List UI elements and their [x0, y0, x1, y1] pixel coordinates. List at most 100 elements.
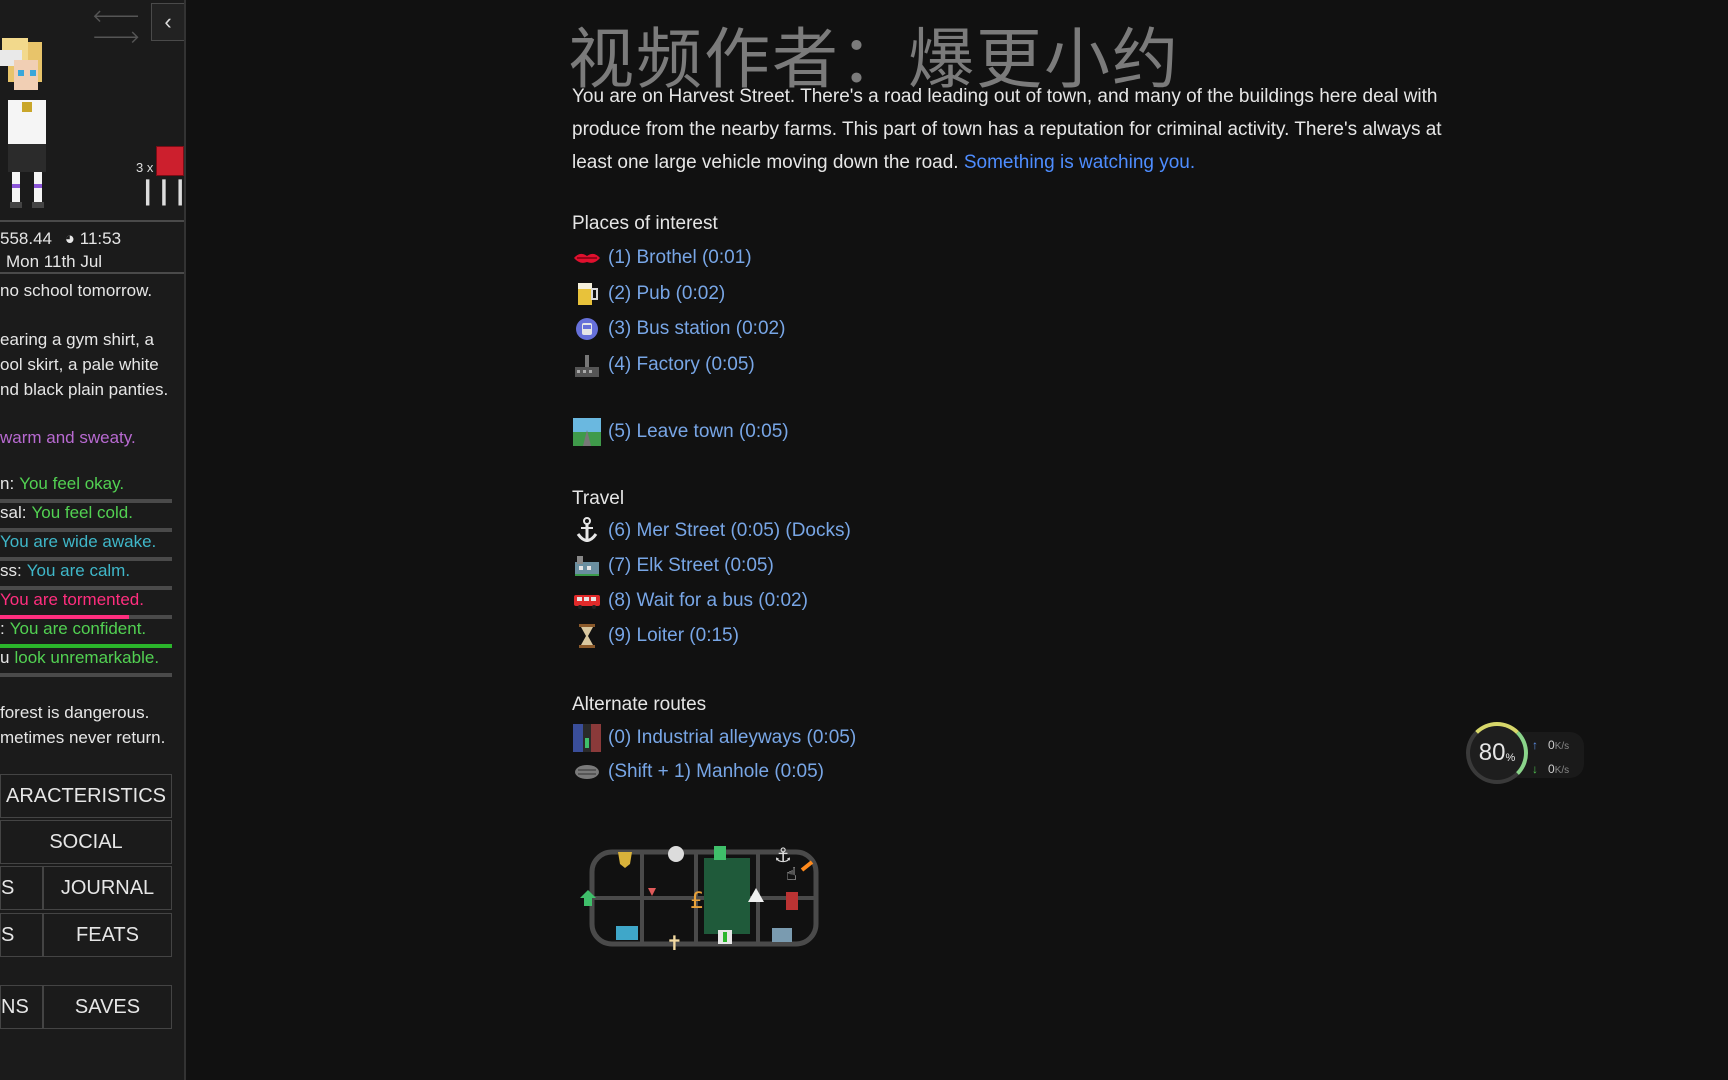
body-state: warm and sweaty.	[0, 428, 136, 447]
watching-notice: Something is watching you.	[963, 152, 1196, 173]
upload-arrow-icon: ↑	[1532, 738, 1538, 752]
stat-value: You feel cold.	[31, 503, 133, 522]
date-line: Mon 11th Jul	[0, 249, 102, 274]
usage-gauge: 80%	[1466, 722, 1528, 784]
stat-row: : You are confident.	[0, 619, 172, 648]
location-link-label[interactable]: (5) Leave town (0:05)	[608, 421, 789, 443]
bus-station-icon	[572, 315, 602, 343]
divider	[0, 220, 184, 222]
download-arrow-icon: ↓	[1532, 762, 1538, 776]
stat-label: u	[0, 648, 10, 667]
upload-value: 0	[1548, 738, 1555, 752]
road-icon	[572, 418, 602, 446]
location-link-label[interactable]: (1) Brothel (0:01)	[608, 247, 752, 269]
outfit-description: earing a gym shirt, a ool skirt, a pale …	[0, 330, 169, 399]
location-link[interactable]: (4) Factory (0:05)	[572, 351, 755, 379]
download-speed: ↓ 0K/s	[1532, 762, 1569, 776]
location-link-label[interactable]: (9) Loiter (0:15)	[608, 625, 739, 647]
location-link[interactable]: (3) Bus station (0:02)	[572, 315, 785, 343]
location-link[interactable]: (7) Elk Street (0:05)	[572, 552, 774, 580]
location-link-label[interactable]: (8) Wait for a bus (0:02)	[608, 590, 808, 612]
location-link-label[interactable]: (Shift + 1) Manhole (0:05)	[608, 761, 824, 783]
svg-text:✝: ✝	[666, 931, 683, 955]
stat-value: You are confident.	[9, 619, 147, 638]
stat-label: sal:	[0, 503, 27, 522]
location-link[interactable]: (9) Loiter (0:15)	[572, 622, 739, 650]
pill-slots-icon: ┃┃┃	[141, 180, 186, 205]
feats-button[interactable]: FEATS	[43, 913, 172, 957]
stat-label: :	[0, 619, 5, 638]
options-button[interactable]: NS	[0, 985, 43, 1029]
factory-icon	[572, 351, 602, 379]
time-value: 11:53	[79, 229, 122, 248]
anchor-icon	[572, 517, 602, 545]
sidebar: 🡐 🡒 ‹ 3 x ┃┃┃ 558.44 ◕ 11:53 Mon 11th Ju…	[0, 0, 186, 1080]
download-unit: K/s	[1554, 765, 1570, 776]
clock-icon: ◕	[64, 229, 76, 248]
money-time-line: 558.44 ◕ 11:53	[0, 226, 121, 251]
stat-row: sal: You feel cold.	[0, 503, 172, 532]
tip-text: forest is dangerous. metimes never retur…	[0, 703, 166, 747]
upload-unit: K/s	[1554, 741, 1570, 752]
stat-row: n: You feel okay.	[0, 474, 172, 503]
download-value: 0	[1548, 762, 1555, 776]
location-link[interactable]: (6) Mer Street (0:05) (Docks)	[572, 517, 851, 545]
location-link-label[interactable]: (7) Elk Street (0:05)	[608, 555, 774, 577]
stat-row: ss: You are calm.	[0, 561, 172, 590]
bus-icon	[572, 587, 602, 615]
building-icon	[572, 552, 602, 580]
svg-text:£: £	[690, 889, 704, 914]
location-link-label[interactable]: (2) Pub (0:02)	[608, 283, 725, 305]
character-avatar	[0, 20, 60, 210]
stat-label: n:	[0, 474, 15, 493]
stat-value: look unremarkable.	[14, 648, 160, 667]
alley-icon	[572, 724, 602, 752]
location-link[interactable]: (5) Leave town (0:05)	[572, 418, 789, 446]
social-button[interactable]: SOCIAL	[0, 820, 172, 864]
collapse-sidebar-button[interactable]: ‹	[151, 3, 184, 41]
manhole-icon	[572, 758, 602, 786]
svg-text:☝: ☝	[786, 864, 797, 885]
stat-row: u look unremarkable.	[0, 648, 172, 677]
location-link[interactable]: (0) Industrial alleyways (0:05)	[572, 724, 856, 752]
stat-value: You are tormented.	[0, 590, 144, 609]
lips-icon	[572, 244, 602, 272]
left-menu-button-2[interactable]: S	[0, 913, 43, 957]
location-link-label[interactable]: (6) Mer Street (0:05) (Docks)	[608, 520, 851, 542]
characteristics-button[interactable]: ARACTERISTICS	[0, 774, 172, 818]
location-link[interactable]: (Shift + 1) Manhole (0:05)	[572, 758, 824, 786]
saves-button[interactable]: SAVES	[43, 985, 172, 1029]
upload-speed: ↑ 0K/s	[1532, 738, 1569, 752]
stat-row: You are wide awake.	[0, 532, 172, 561]
date-value: Mon 11th Jul	[6, 252, 103, 271]
left-menu-button-1[interactable]: S	[0, 866, 43, 910]
network-monitor-widget[interactable]: 80% ↑ 0K/s ↓ 0K/s	[1464, 718, 1584, 790]
pill-icon[interactable]	[156, 146, 184, 176]
location-link[interactable]: (2) Pub (0:02)	[572, 280, 725, 308]
hourglass-icon	[572, 622, 602, 650]
money-value: 558.44	[0, 229, 52, 248]
stat-bar	[0, 673, 172, 677]
divider	[0, 272, 184, 274]
stat-row: You are tormented.	[0, 590, 172, 619]
location-description: You are on Harvest Street. There's a roa…	[572, 80, 1442, 179]
stat-value: You are calm.	[26, 561, 131, 580]
stat-value: You feel okay.	[19, 474, 125, 493]
location-link-label[interactable]: (0) Industrial alleyways (0:05)	[608, 727, 856, 749]
journal-button[interactable]: JOURNAL	[43, 866, 172, 910]
stat-label: ss:	[0, 561, 22, 580]
school-notice: no school tomorrow.	[0, 281, 153, 300]
pill-count: 3 x	[136, 160, 154, 175]
travel-title: Travel	[572, 488, 625, 509]
alternate-title: Alternate routes	[572, 694, 707, 715]
stat-value: You are wide awake.	[0, 532, 157, 551]
location-link[interactable]: (1) Brothel (0:01)	[572, 244, 752, 272]
usage-percent-unit: %	[1505, 752, 1516, 764]
usage-percent: 80	[1478, 739, 1506, 766]
location-link[interactable]: (8) Wait for a bus (0:02)	[572, 587, 808, 615]
location-link-label[interactable]: (3) Bus station (0:02)	[608, 318, 785, 340]
town-minimap[interactable]: ⚓ £ ✝ ☝	[572, 818, 842, 964]
places-title: Places of interest	[572, 213, 718, 234]
beer-icon	[572, 280, 602, 308]
location-link-label[interactable]: (4) Factory (0:05)	[608, 354, 755, 376]
